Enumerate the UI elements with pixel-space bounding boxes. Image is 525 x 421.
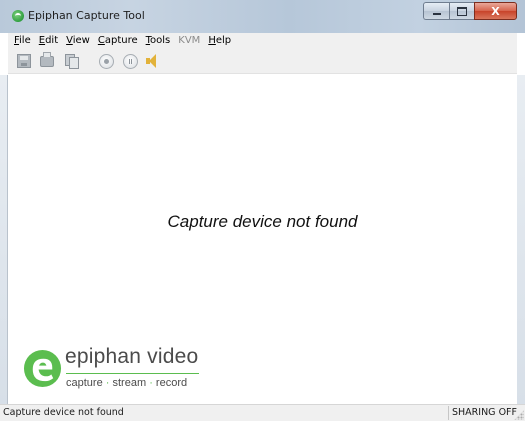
- menu-tools[interactable]: Tools: [143, 35, 176, 46]
- tagline-capture: capture: [66, 377, 103, 389]
- tagline-record: record: [155, 377, 188, 389]
- copy-icon: [65, 54, 79, 69]
- capture-preview-area: Capture device not found epiphan video c…: [8, 75, 517, 404]
- save-button[interactable]: [15, 52, 33, 70]
- epiphan-app-icon[interactable]: [12, 10, 24, 22]
- epiphan-logo-icon: [23, 349, 62, 388]
- close-icon: X: [491, 4, 500, 18]
- menu-tools-label: ools: [150, 35, 171, 46]
- tagline-stream: stream: [112, 377, 147, 389]
- menu-view-accel: V: [66, 35, 73, 46]
- status-divider: [448, 406, 449, 420]
- tagline-separator: ·: [149, 377, 153, 389]
- window-title: Epiphan Capture Tool: [28, 9, 145, 22]
- window-frame-right: [517, 75, 525, 404]
- toolbar: [8, 48, 517, 74]
- logo-divider: [66, 373, 199, 374]
- minimize-icon: [432, 12, 441, 15]
- menu-kvm-label: KVM: [178, 35, 201, 46]
- menu-help[interactable]: Help: [205, 35, 236, 46]
- menu-capture[interactable]: Capture: [95, 35, 143, 46]
- print-button[interactable]: [38, 51, 56, 70]
- menu-view-label: iew: [72, 35, 90, 46]
- print-icon: [40, 51, 54, 67]
- device-status-message: Capture device not found: [167, 212, 358, 231]
- maximize-button[interactable]: [449, 2, 474, 20]
- speaker-icon: [145, 53, 159, 69]
- record-icon: [98, 53, 114, 69]
- menu-help-label: elp: [215, 35, 232, 46]
- sharing-status: SHARING OFF: [452, 407, 517, 418]
- menu-kvm[interactable]: KVM: [175, 35, 205, 46]
- title-bar[interactable]: Epiphan Capture Tool X: [0, 0, 525, 33]
- window-frame-left: [0, 75, 8, 404]
- pause-icon: [122, 53, 138, 69]
- menu-help-accel: H: [208, 35, 216, 46]
- logo-wordmark: epiphan video: [65, 345, 199, 368]
- copy-button[interactable]: [62, 52, 80, 70]
- save-icon: [17, 54, 31, 68]
- pause-button[interactable]: [121, 52, 139, 70]
- status-bar: Capture device not found SHARING OFF: [0, 404, 525, 421]
- capture-tool-window: Epiphan Capture Tool X File Edit View Ca…: [0, 0, 525, 421]
- menu-bar: File Edit View Capture Tools KVM Help: [8, 33, 517, 48]
- status-message: Capture device not found: [3, 407, 124, 418]
- close-button[interactable]: X: [474, 2, 517, 20]
- menu-edit-label: dit: [45, 35, 59, 46]
- tagline-separator: ·: [105, 377, 110, 389]
- menu-file-label: ile: [19, 35, 31, 46]
- menu-file[interactable]: File: [11, 35, 36, 46]
- menu-view[interactable]: View: [63, 35, 95, 46]
- menu-capture-accel: C: [97, 35, 105, 46]
- record-button[interactable]: [97, 52, 115, 70]
- minimize-button[interactable]: [423, 2, 449, 20]
- menu-capture-label: apture: [104, 35, 138, 46]
- window-controls: X: [423, 2, 517, 20]
- menu-edit[interactable]: Edit: [36, 35, 63, 46]
- audio-button[interactable]: [143, 52, 161, 70]
- logo-tagline: capture · stream · record: [66, 377, 187, 389]
- maximize-icon: [457, 6, 467, 16]
